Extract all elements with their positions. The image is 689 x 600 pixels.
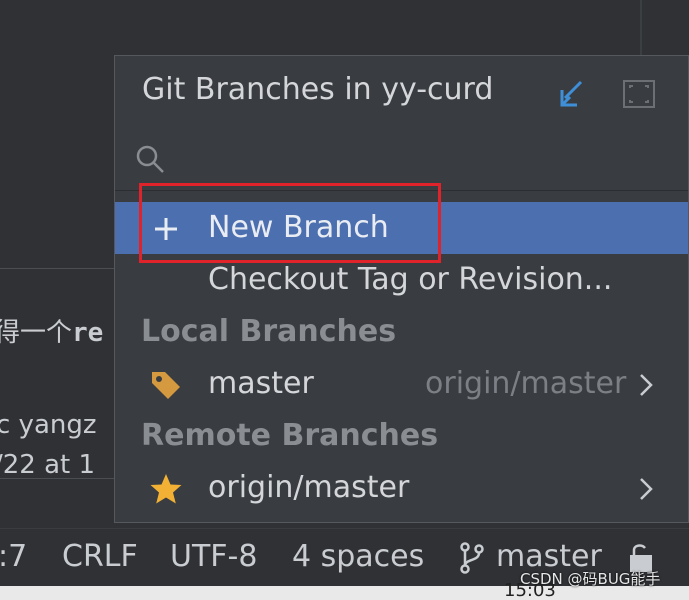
git-branch-icon	[458, 541, 486, 575]
popup-title: Git Branches in yy-curd	[142, 72, 494, 107]
checkout-tag-label: Checkout Tag or Revision...	[208, 262, 613, 297]
editor-text-line: c yangz	[0, 410, 97, 440]
file-encoding[interactable]: UTF-8	[170, 539, 257, 574]
remote-branch-name: origin/master	[208, 470, 410, 505]
ide-window: 得一个re c yangz /22 at 1 Git Branches in y…	[0, 0, 689, 600]
caret-position[interactable]: :7	[0, 539, 27, 574]
editor-text: /22 at 1	[0, 450, 96, 480]
tracking-branch: origin/master	[425, 366, 627, 401]
editor-text: c yangz	[0, 410, 97, 440]
watermark: CSDN @码BUG能手	[520, 570, 661, 588]
search-icon	[133, 142, 167, 176]
editor-divider	[640, 0, 642, 60]
editor-text-line: /22 at 1	[0, 450, 95, 480]
local-branch-item[interactable]: master origin/master	[115, 358, 688, 410]
line-separator[interactable]: CRLF	[62, 539, 138, 574]
git-branches-popup: Git Branches in yy-curd New Branch Check…	[114, 55, 689, 523]
remote-branch-item[interactable]: origin/master	[115, 462, 688, 514]
popup-header: Git Branches in yy-curd	[115, 56, 688, 129]
editor-text-line: 得一个re	[0, 312, 103, 349]
chevron-right-icon[interactable]	[635, 476, 657, 502]
branch-search-input[interactable]	[177, 140, 671, 180]
local-branches-header: Local Branches	[141, 314, 397, 349]
remote-branches-header: Remote Branches	[141, 418, 439, 453]
plus-icon	[149, 212, 183, 246]
editor-text: 得一个	[0, 318, 73, 348]
star-icon	[149, 472, 183, 506]
chevron-right-icon[interactable]	[635, 372, 657, 398]
indent-setting[interactable]: 4 spaces	[292, 539, 424, 574]
new-branch-label: New Branch	[208, 210, 389, 245]
checkout-tag-item[interactable]: Checkout Tag or Revision...	[115, 254, 688, 306]
editor-code: re	[72, 318, 104, 348]
editor-rule	[0, 268, 115, 269]
settings-icon[interactable]	[555, 76, 591, 112]
tag-icon	[149, 368, 183, 402]
local-branch-name: master	[208, 366, 314, 401]
expand-icon[interactable]	[621, 76, 657, 112]
search-row	[115, 128, 688, 191]
new-branch-item[interactable]: New Branch	[115, 202, 688, 254]
